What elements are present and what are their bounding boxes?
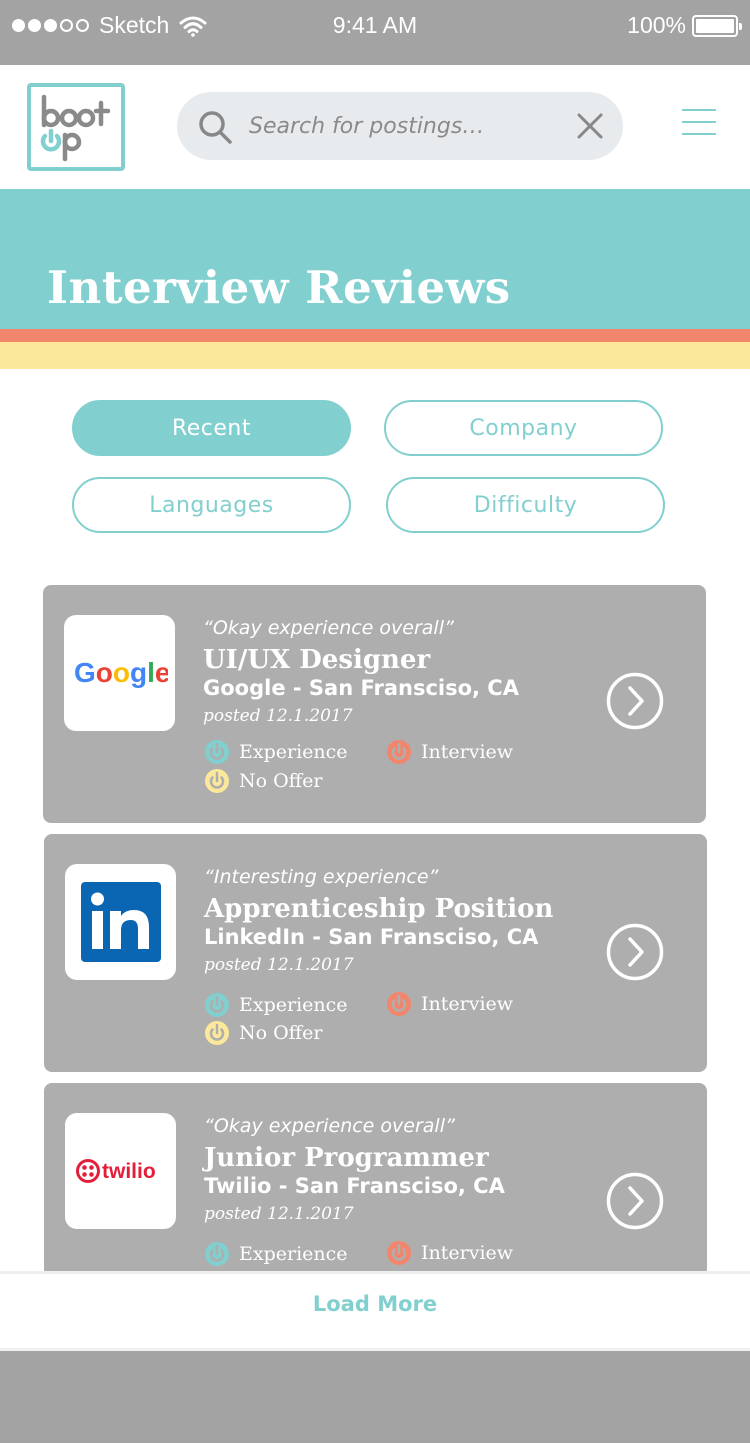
hamburger-menu-icon[interactable] — [682, 109, 716, 139]
review-quote: “Okay experience overall” — [203, 617, 454, 639]
chevron-right-icon[interactable] — [606, 1172, 664, 1230]
review-card[interactable]: Google “Okay experience overall” UI/UX D… — [43, 585, 706, 823]
tag-label: Interview — [421, 1242, 514, 1264]
review-quote: “Okay experience overall” — [204, 1115, 455, 1137]
tag-experience: Experience — [205, 1242, 348, 1266]
review-title: UI/UX Designer — [203, 645, 431, 675]
close-icon[interactable] — [577, 113, 603, 139]
review-quote: “Interesting experience” — [204, 866, 439, 888]
review-card[interactable]: twilio “Okay experience overall” Junior … — [44, 1083, 707, 1271]
review-date: posted 12.1.2017 — [204, 955, 354, 975]
reviews-content: Recent Company Languages Difficulty Goog… — [0, 369, 750, 1271]
tag-experience: Experience — [205, 993, 348, 1017]
bootup-logo-mark — [40, 94, 111, 162]
tag-interview: Interview — [387, 1241, 513, 1265]
tag-offer: No Offer — [205, 769, 323, 793]
search-icon — [199, 111, 232, 144]
power-icon — [387, 1241, 411, 1265]
power-icon — [205, 769, 229, 793]
filter-company-button[interactable]: Company — [384, 400, 663, 456]
load-more-bar: Load More — [0, 1271, 750, 1351]
banner-stripe-yellow — [0, 342, 750, 369]
tag-label: No Offer — [239, 1022, 323, 1044]
power-icon — [387, 740, 411, 764]
tag-label: Interview — [421, 993, 514, 1015]
tag-experience: Experience — [205, 740, 348, 764]
app-header — [0, 65, 750, 189]
power-icon — [205, 993, 229, 1017]
search-input[interactable] — [249, 106, 569, 146]
filter-languages-button[interactable]: Languages — [72, 477, 351, 533]
battery-percent: 100% — [627, 12, 686, 38]
chevron-right-icon[interactable] — [606, 923, 664, 981]
tag-label: No Offer — [239, 770, 323, 792]
twilio-logo: twilio — [65, 1113, 176, 1229]
battery-icon — [692, 14, 742, 37]
tag-label: Experience — [239, 741, 348, 763]
filter-recent-button[interactable]: Recent — [72, 400, 351, 456]
review-company: Google - San Fransciso, CA — [203, 676, 519, 700]
status-bar: Sketch 9:41 AM 100% — [0, 0, 750, 65]
svg-text:twilio: twilio — [102, 1160, 156, 1183]
filter-difficulty-button[interactable]: Difficulty — [386, 477, 665, 533]
power-icon — [387, 992, 411, 1016]
linkedin-logo — [65, 864, 176, 980]
power-icon — [205, 740, 229, 764]
chevron-right-icon[interactable] — [606, 672, 664, 730]
banner-stripe-coral — [0, 329, 750, 342]
review-date: posted 12.1.2017 — [203, 706, 353, 726]
tag-label: Interview — [421, 741, 514, 763]
search-bar[interactable] — [177, 92, 623, 160]
power-icon — [205, 1021, 229, 1045]
review-card[interactable]: “Interesting experience” Apprenticeship … — [44, 834, 707, 1072]
power-icon — [205, 1242, 229, 1266]
bootup-logo[interactable] — [27, 83, 125, 171]
tag-interview: Interview — [387, 740, 513, 764]
tag-label: Experience — [239, 994, 348, 1016]
status-right: 100% — [627, 12, 742, 39]
page-title: Interview Reviews — [47, 261, 511, 314]
google-logo: Google — [64, 615, 175, 731]
load-more-button[interactable]: Load More — [0, 1292, 750, 1316]
review-date: posted 12.1.2017 — [204, 1204, 354, 1224]
tag-offer: No Offer — [205, 1021, 323, 1045]
svg-text:Google: Google — [74, 657, 168, 688]
tag-label: Experience — [239, 1243, 348, 1265]
review-company: LinkedIn - San Fransciso, CA — [204, 925, 539, 949]
page-banner: Interview Reviews — [0, 189, 750, 329]
bottom-overlay — [0, 1351, 750, 1443]
tag-interview: Interview — [387, 992, 513, 1016]
review-title: Junior Programmer — [204, 1143, 489, 1173]
review-title: Apprenticeship Position — [204, 894, 554, 924]
review-company: Twilio - San Fransciso, CA — [204, 1174, 505, 1198]
